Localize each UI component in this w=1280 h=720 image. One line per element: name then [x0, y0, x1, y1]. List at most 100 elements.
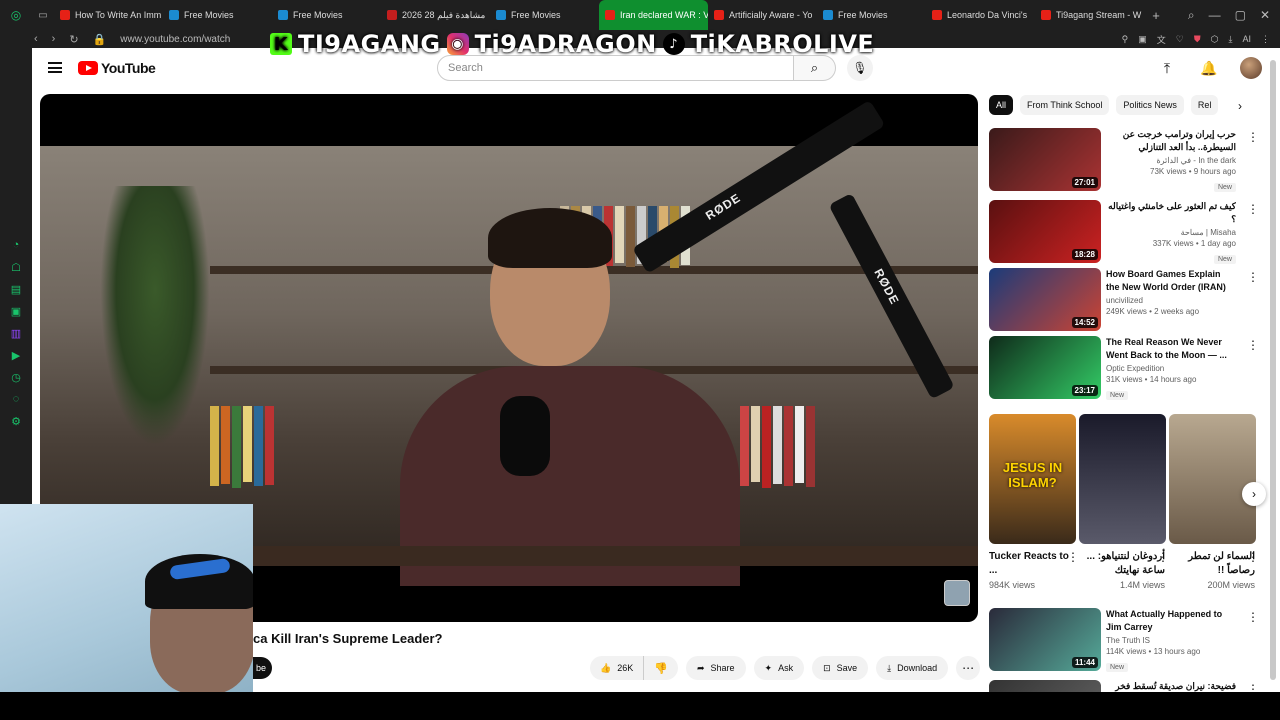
- channel-name[interactable]: The Truth IS: [1106, 636, 1236, 645]
- sidebar-clock-icon[interactable]: ◷: [9, 370, 23, 384]
- more-options-icon[interactable]: ⋮: [1247, 610, 1259, 624]
- recommendation-item[interactable]: 11:44 What Actually Happened to Jim Carre…: [989, 608, 1259, 672]
- menu-dots-icon[interactable]: ⋮: [1261, 34, 1270, 45]
- recommendation-item[interactable]: 14:52 How Board Games Explain the New Wor…: [989, 268, 1259, 332]
- recommendation-title[interactable]: The Real Reason We Never Went Back to th…: [1106, 336, 1236, 362]
- video-thumbnail[interactable]: 23:17: [989, 336, 1101, 399]
- new-tab-button[interactable]: +: [1144, 0, 1168, 30]
- pin-icon[interactable]: ⚲: [1122, 34, 1129, 45]
- short-more-icon[interactable]: ⋮: [1067, 550, 1079, 564]
- recommendation-title[interactable]: How Board Games Explain the New World Or…: [1106, 268, 1236, 294]
- sidebar-chat-icon[interactable]: ◌: [9, 392, 23, 406]
- browser-tab[interactable]: Ti9agang Stream - W: [1035, 0, 1144, 30]
- recommendation-title[interactable]: What Actually Happened to Jim Carrey: [1106, 608, 1236, 634]
- recommendation-item[interactable]: 18:28 كيف تم العثور على خامنئي واغتياله ؟…: [989, 200, 1259, 264]
- browser-tab[interactable]: Leonardo Da Vinci's: [926, 0, 1035, 30]
- browser-tab[interactable]: Free Movies: [817, 0, 926, 30]
- recommendation-item[interactable]: 23:17 The Real Reason We Never Went Back …: [989, 336, 1259, 400]
- search-button[interactable]: ⌕: [794, 55, 836, 81]
- youtube-logo[interactable]: YouTube: [78, 60, 156, 76]
- video-thumbnail[interactable]: 11:44: [989, 608, 1101, 671]
- sidebar-twitch-icon[interactable]: ▥: [9, 326, 23, 340]
- more-options-icon[interactable]: ⋮: [1247, 270, 1259, 284]
- search-input[interactable]: Search: [437, 55, 794, 81]
- dislike-button[interactable]: 👎: [644, 656, 678, 680]
- filter-chip[interactable]: Politics News: [1116, 95, 1184, 115]
- sidebar-play-icon[interactable]: ▶: [9, 348, 23, 362]
- header-actions: ⤒ 🔔: [1156, 57, 1262, 79]
- channel-name[interactable]: In the dark - في الدائرة: [1106, 156, 1236, 165]
- short-title[interactable]: Tucker Reacts to ...: [989, 550, 1075, 578]
- sidebar-settings-icon[interactable]: ⚙: [9, 414, 23, 428]
- extensions-icon[interactable]: ⬡: [1211, 34, 1219, 45]
- short-more-icon[interactable]: ⋮: [1157, 550, 1169, 564]
- chips-next-icon[interactable]: ›: [1232, 98, 1248, 114]
- view-stats: 73K views • 9 hours ago: [1150, 167, 1236, 176]
- browser-tab[interactable]: How To Write An Imm: [54, 0, 163, 30]
- search-tabs-icon[interactable]: ⌕: [1188, 8, 1195, 23]
- url-field[interactable]: www.youtube.com/watch: [120, 34, 230, 45]
- short-more-icon[interactable]: ⋮: [1247, 550, 1259, 564]
- sidebar-mail-icon[interactable]: ▣: [9, 304, 23, 318]
- recommendation-title[interactable]: حرب إيران وترامب خرجت عن السيطرة.. بدأ ا…: [1106, 128, 1236, 154]
- bookmark-save-icon: ⊡: [823, 662, 831, 673]
- browser-tab[interactable]: مشاهدة فيلم 28 2026: [381, 0, 490, 30]
- short-thumbnail[interactable]: JESUS IN ISLAM?: [989, 414, 1076, 544]
- channel-watermark[interactable]: [944, 580, 970, 606]
- browser-tab[interactable]: Iran declared WAR : V: [599, 0, 708, 30]
- browser-tab[interactable]: Artificially Aware - Yo: [708, 0, 817, 30]
- sidebar-bot-icon[interactable]: ☖: [9, 260, 23, 274]
- forward-icon[interactable]: ›: [52, 33, 56, 46]
- ask-button[interactable]: ✦ Ask: [753, 656, 805, 680]
- download-icon[interactable]: ⤓: [1229, 34, 1233, 45]
- back-icon[interactable]: ‹: [34, 33, 38, 46]
- upload-icon[interactable]: ⤒: [1156, 57, 1178, 79]
- video-thumbnail[interactable]: 27:01: [989, 128, 1101, 191]
- sidebar-history-icon[interactable]: ◔: [9, 238, 23, 252]
- filter-chip[interactable]: Rel: [1190, 95, 1219, 115]
- short-thumbnail[interactable]: [1079, 414, 1166, 544]
- close-icon[interactable]: ✕: [1260, 8, 1270, 22]
- maximize-icon[interactable]: ▢: [1235, 8, 1246, 22]
- notifications-bell-icon[interactable]: 🔔: [1198, 57, 1220, 79]
- recommendation-meta: The Real Reason We Never Went Back to th…: [1106, 336, 1236, 402]
- video-thumbnail[interactable]: 18:28: [989, 200, 1101, 263]
- tab-overview-icon[interactable]: ▭: [32, 0, 54, 30]
- save-button[interactable]: ⊡ Save: [812, 656, 869, 680]
- filter-chip[interactable]: All: [989, 95, 1014, 115]
- more-options-icon[interactable]: ⋮: [1247, 130, 1259, 144]
- page-scrollbar[interactable]: [1270, 60, 1276, 690]
- bookmark-icon[interactable]: ♡: [1176, 34, 1184, 45]
- browser-tab[interactable]: Free Movies: [272, 0, 381, 30]
- shorts-next-button[interactable]: ›: [1242, 482, 1266, 506]
- short-title[interactable]: أردوغان لنتنياهو: ... ساعة نهايتك: [1079, 550, 1165, 578]
- more-options-icon[interactable]: ⋮: [1247, 202, 1259, 216]
- reload-icon[interactable]: ↻: [69, 33, 78, 46]
- channel-name[interactable]: Misaha | مساحة: [1106, 228, 1236, 237]
- short-title[interactable]: السماء لن تمطر رصاصاً !!: [1169, 550, 1255, 578]
- ai-button[interactable]: AI: [1242, 34, 1251, 44]
- share-button[interactable]: ➦ Share: [685, 656, 746, 680]
- like-button[interactable]: 👍 26K: [590, 656, 645, 680]
- more-actions-button[interactable]: ⋯: [956, 656, 981, 680]
- translate-icon[interactable]: 文: [1157, 33, 1166, 46]
- browser-tab[interactable]: Free Movies: [163, 0, 272, 30]
- short-thumbnail[interactable]: [1169, 414, 1256, 544]
- recommendation-title[interactable]: كيف تم العثور على خامنئي واغتياله ؟: [1106, 200, 1236, 226]
- more-options-icon[interactable]: ⋮: [1247, 338, 1259, 352]
- avatar[interactable]: [1240, 57, 1262, 79]
- video-thumbnail[interactable]: 14:52: [989, 268, 1101, 331]
- voice-search-button[interactable]: 🎙: [847, 55, 873, 81]
- filter-chip[interactable]: From Think School: [1020, 95, 1110, 115]
- shield-icon[interactable]: ⛊: [1194, 34, 1201, 45]
- channel-name[interactable]: uncivilized: [1106, 296, 1236, 305]
- hamburger-menu-icon[interactable]: [48, 62, 62, 73]
- download-button[interactable]: ⤓ Download: [876, 656, 949, 680]
- minimize-icon[interactable]: —: [1209, 8, 1221, 22]
- browser-logo-icon[interactable]: ◎: [0, 0, 32, 30]
- screenshot-icon[interactable]: ▣: [1138, 34, 1147, 45]
- recommendation-item[interactable]: 27:01 حرب إيران وترامب خرجت عن السيطرة.. …: [989, 128, 1259, 192]
- sidebar-notes-icon[interactable]: ▤: [9, 282, 23, 296]
- browser-tab[interactable]: Free Movies: [490, 0, 599, 30]
- channel-name[interactable]: Optic Expedition: [1106, 364, 1236, 373]
